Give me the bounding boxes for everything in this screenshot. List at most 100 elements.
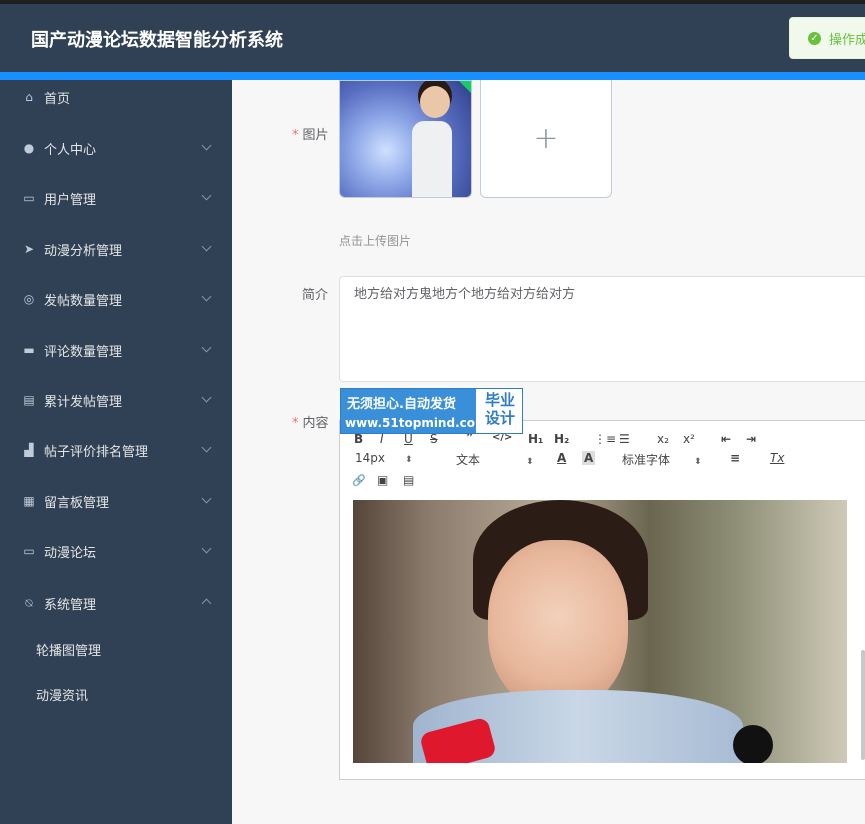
thumbnail-figure-body (412, 121, 452, 197)
grid-icon: ▦ (23, 494, 35, 508)
background-color-picker[interactable]: A (582, 451, 596, 465)
bold-button[interactable]: B (354, 432, 363, 446)
briefcase-icon: ▬ (23, 343, 35, 357)
sidebar-item-users[interactable]: ▭ 用户管理 (0, 178, 232, 218)
link-button[interactable]: 🔗 (352, 474, 366, 487)
indent-button[interactable]: ⇥ (746, 432, 756, 446)
sidebar-item-comment-count[interactable]: ▬ 评论数量管理 (0, 330, 232, 370)
chevron-down-icon (201, 291, 212, 302)
sidebar-item-label: 累计发帖管理 (44, 394, 123, 410)
align-button[interactable]: ≡ (730, 451, 740, 465)
link-icon: 🔗 (352, 474, 366, 487)
upload-tip: 点击上传图片 (339, 234, 412, 248)
home-icon: ⌂ (25, 90, 33, 104)
sidebar-item-profile[interactable]: ● 个人中心 (0, 128, 232, 168)
watermark-badge: 无须担心.自动发货 www.51topmind.com 毕业 设计 (340, 388, 523, 434)
sidebar-item-message-board[interactable]: ▦ 留言板管理 (0, 481, 232, 521)
chevron-down-icon (201, 493, 212, 504)
success-toast: ✓ 操作成 (789, 17, 865, 59)
required-asterisk: * (292, 416, 299, 431)
watermark-left-panel: 无须担心.自动发货 www.51topmind.com (341, 389, 488, 433)
chat-icon: ▭ (23, 191, 35, 205)
sidebar-item-label: 发帖数量管理 (44, 293, 123, 309)
strike-button[interactable]: S (430, 432, 438, 446)
chevron-down-icon (201, 140, 212, 151)
sidebar-item-label: 用户管理 (44, 192, 97, 208)
upload-success-corner (459, 81, 471, 93)
chevron-down-icon (201, 442, 212, 453)
sidebar-subitem-carousel[interactable]: 轮播图管理 (36, 640, 101, 659)
sidebar-subitem-anime-news[interactable]: 动漫资讯 (36, 685, 88, 704)
font-size-select[interactable]: 14px ⬍ (355, 451, 413, 465)
top-header: 国产动漫论坛数据智能分析系统 (0, 0, 865, 72)
outdent-button[interactable]: ⇤ (721, 432, 731, 446)
image-upload-button[interactable]: + (480, 80, 612, 198)
superscript-button[interactable]: x² (683, 432, 695, 446)
sidebar-item-label: 个人中心 (44, 142, 97, 158)
chevron-down-icon (201, 342, 212, 353)
watermark-right-line2: 设计 (484, 409, 515, 427)
sidebar-item-label: 首页 (44, 91, 71, 107)
sidebar-item-anime-forum[interactable]: ▭ 动漫论坛 (0, 531, 232, 571)
header1-button[interactable]: H₁ (528, 432, 543, 446)
select-arrow-icon: ⬍ (694, 457, 702, 467)
bell-off-icon: ⍉ (25, 596, 33, 610)
check-circle-icon: ✓ (808, 31, 821, 45)
image-icon: ▣ (377, 473, 389, 487)
video-icon: ▤ (403, 473, 415, 487)
sidebar-item-label: 评论数量管理 (44, 344, 123, 360)
subscript-button[interactable]: x₂ (657, 432, 669, 446)
thumbnail-figure-head (420, 86, 450, 118)
header2-button[interactable]: H₂ (554, 432, 569, 446)
select-arrow-icon: ⬍ (405, 455, 413, 465)
sidebar-item-system[interactable]: ⍉ 系统管理 (0, 583, 232, 623)
uploaded-image-thumbnail[interactable] (339, 80, 472, 198)
chevron-down-icon (201, 190, 212, 201)
photo-face-shape (488, 540, 628, 710)
chevron-down-icon (201, 241, 212, 252)
photo-microphone-black (733, 725, 773, 763)
font-color-picker[interactable]: A (557, 451, 566, 465)
app-title: 国产动漫论坛数据智能分析系统 (31, 30, 283, 51)
clean-format-button[interactable]: Tx (770, 451, 784, 465)
toast-message: 操作成 (829, 32, 865, 48)
clipboard-icon: ▤ (23, 393, 35, 407)
italic-button[interactable]: I (380, 432, 384, 446)
underline-button[interactable]: U (404, 432, 413, 446)
editor-embedded-photo (353, 500, 847, 763)
header-select[interactable]: 文本 ⬍ (456, 451, 534, 468)
bullet-list-button[interactable]: ☰ (619, 432, 630, 446)
watermark-url: www.51topmind.com (345, 416, 488, 430)
sidebar-item-label: 动漫论坛 (44, 545, 97, 561)
content-label: * 内容 (292, 416, 329, 431)
sidebar-item-post-ranking[interactable]: ▟ 帖子评价排名管理 (0, 430, 232, 470)
intro-label: 简介 (302, 288, 329, 303)
sidebar-item-anime-analysis[interactable]: ➤ 动漫分析管理 (0, 229, 232, 269)
chevron-down-icon (201, 543, 212, 554)
sidebar-item-post-count[interactable]: ◎ 发帖数量管理 (0, 279, 232, 319)
sidebar-item-home[interactable]: ⌂ 首页 (0, 77, 232, 117)
font-family-select[interactable]: 标准字体 ⬍ (622, 451, 702, 468)
image-button[interactable]: ▣ (377, 473, 388, 487)
chevron-down-icon (201, 392, 212, 403)
video-button[interactable]: ▤ (403, 473, 414, 487)
sidebar: ⌂ 首页 ● 个人中心 ▭ 用户管理 ➤ 动漫分析管理 ◎ 发帖数量管理 ▬ 评… (0, 80, 232, 824)
chevron-up-icon (201, 598, 212, 609)
intro-textarea[interactable]: 地方给对方鬼地方个地方给对方给对方 (339, 276, 865, 382)
sidebar-item-cumulative-posts[interactable]: ▤ 累计发帖管理 (0, 380, 232, 420)
card-icon: ▭ (23, 544, 35, 558)
user-icon: ● (23, 141, 35, 155)
target-icon: ◎ (23, 292, 35, 306)
ordered-list-button[interactable]: ⋮≡ (594, 432, 616, 446)
image-label: * 图片 (292, 128, 329, 143)
send-icon: ➤ (23, 242, 35, 256)
sidebar-item-label: 帖子评价排名管理 (44, 444, 149, 460)
editor-scrollbar[interactable] (861, 650, 865, 760)
required-asterisk: * (292, 128, 299, 143)
thumb-icon: ▟ (24, 443, 34, 457)
watermark-right-line1: 毕业 (484, 391, 515, 409)
plus-icon: + (533, 121, 559, 156)
sidebar-item-label: 动漫分析管理 (44, 243, 123, 259)
watermark-slogan: 无须担心.自动发货 (347, 397, 456, 412)
sidebar-item-label: 系统管理 (44, 597, 97, 613)
